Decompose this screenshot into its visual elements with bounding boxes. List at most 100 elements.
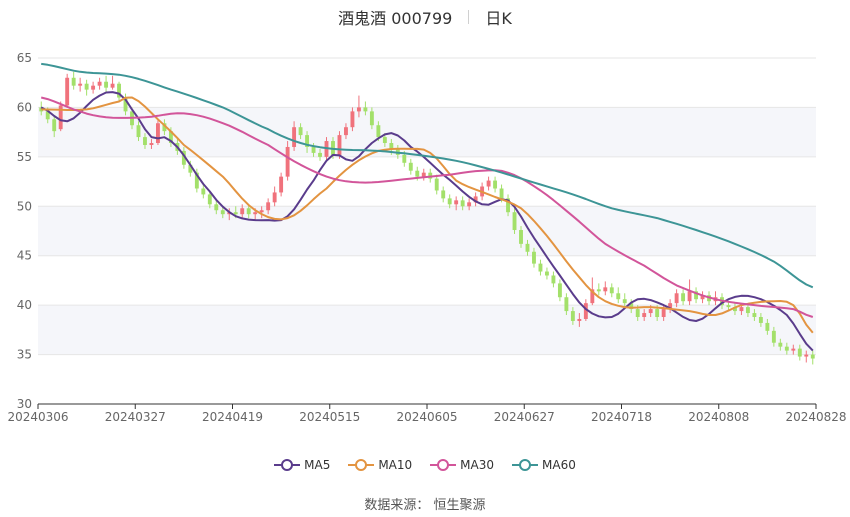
candle: [616, 287, 621, 304]
candle-body: [512, 212, 517, 231]
candle-body: [648, 309, 653, 314]
y-tick-label: 55: [17, 150, 32, 164]
candle-body: [454, 200, 459, 205]
x-tick-label: 20240808: [688, 410, 749, 424]
x-tick-label: 20240828: [785, 410, 846, 424]
candle: [65, 73, 70, 108]
candle-body: [318, 152, 322, 157]
y-axis-ticks: 30 35 40 45 50 55 60 65: [17, 51, 32, 411]
candle: [110, 75, 115, 90]
candle: [272, 186, 277, 207]
candle-body: [752, 313, 757, 318]
y-tick-label: 40: [17, 298, 32, 312]
candle-body: [233, 212, 238, 215]
candle-body: [804, 354, 809, 357]
candle-body: [207, 194, 212, 205]
candle: [97, 77, 102, 90]
candle-body: [279, 176, 284, 193]
x-tick-label: 20240306: [7, 410, 68, 424]
legend-marker: [274, 459, 301, 471]
candle: [544, 267, 549, 280]
x-tick-label: 20240327: [105, 410, 166, 424]
candle-body: [84, 83, 89, 90]
candle-body: [376, 125, 381, 138]
candle: [71, 71, 76, 90]
candle: [408, 158, 413, 175]
candle-body: [687, 291, 692, 302]
candle: [609, 283, 614, 298]
candle-body: [661, 309, 666, 318]
candle-body: [337, 135, 342, 155]
x-tick-label: 20240627: [494, 410, 555, 424]
y-tick-label: 65: [17, 51, 32, 65]
candle-body: [771, 330, 776, 343]
legend-item-ma30[interactable]: MA30: [430, 458, 494, 472]
candle: [603, 281, 608, 296]
candle-body: [369, 111, 374, 126]
candle-body: [538, 263, 543, 272]
y-tick-label: 60: [17, 100, 32, 114]
candle-body: [635, 309, 640, 318]
candle-body: [285, 146, 290, 177]
legend-label: MA5: [304, 458, 331, 472]
legend-item-ma60[interactable]: MA60: [512, 458, 576, 472]
candle: [421, 168, 426, 181]
candle: [104, 75, 109, 92]
candle-body: [298, 127, 303, 136]
legend-dot: [281, 459, 294, 471]
candle-body: [214, 204, 219, 211]
legend-item-ma5[interactable]: MA5: [274, 458, 330, 472]
candle-body: [797, 348, 802, 357]
candlestick-chart: 30 35 40 45 50 55 60 65 20240306 20240327 2024041…: [7, 51, 846, 424]
candle-body: [91, 85, 96, 90]
candle-body: [551, 275, 556, 284]
x-tick-label: 20240419: [202, 410, 263, 424]
candle: [681, 289, 686, 306]
data-source: 数据来源： 恒生聚源: [364, 498, 486, 513]
candle: [441, 186, 446, 203]
candle-body: [596, 289, 601, 292]
legend-marker: [348, 459, 375, 471]
candle: [551, 271, 556, 288]
candle-body: [421, 172, 426, 177]
candle-body: [363, 107, 368, 112]
candle-body: [434, 178, 439, 191]
candle: [58, 101, 63, 132]
candle-body: [493, 180, 498, 189]
candle-body: [240, 208, 245, 215]
candle-body: [810, 354, 815, 359]
candle-body: [784, 346, 789, 351]
candle-body: [577, 318, 582, 321]
candle-body: [681, 293, 686, 302]
candle-body: [532, 251, 536, 264]
legend-dot: [519, 459, 532, 471]
candle-body: [467, 202, 472, 207]
candle-body: [104, 81, 109, 88]
candle-body: [311, 146, 316, 153]
candle-body: [246, 208, 251, 215]
candle-body: [408, 162, 413, 171]
candle-body: [570, 311, 575, 321]
candle-body: [642, 313, 647, 318]
candle: [117, 81, 121, 102]
candle-body: [356, 107, 361, 112]
legend-dot: [437, 459, 450, 471]
candle-body: [791, 348, 796, 351]
candle-body: [78, 83, 83, 86]
candle-body: [136, 125, 141, 138]
candle-body: [564, 297, 569, 312]
candle: [78, 77, 83, 92]
candle-body: [143, 137, 147, 145]
x-tick-label: 20240605: [396, 410, 457, 424]
candle-body: [149, 143, 154, 145]
candle-body: [616, 293, 621, 300]
legend-marker: [430, 459, 457, 471]
candle: [694, 287, 699, 304]
candle-body: [655, 309, 660, 318]
legend-label: MA60: [542, 458, 576, 472]
y-tick-label: 30: [17, 397, 32, 411]
candle-body: [557, 283, 562, 298]
legend-item-ma10[interactable]: MA10: [348, 458, 412, 472]
candle-body: [220, 210, 225, 215]
candle-body: [52, 119, 57, 132]
